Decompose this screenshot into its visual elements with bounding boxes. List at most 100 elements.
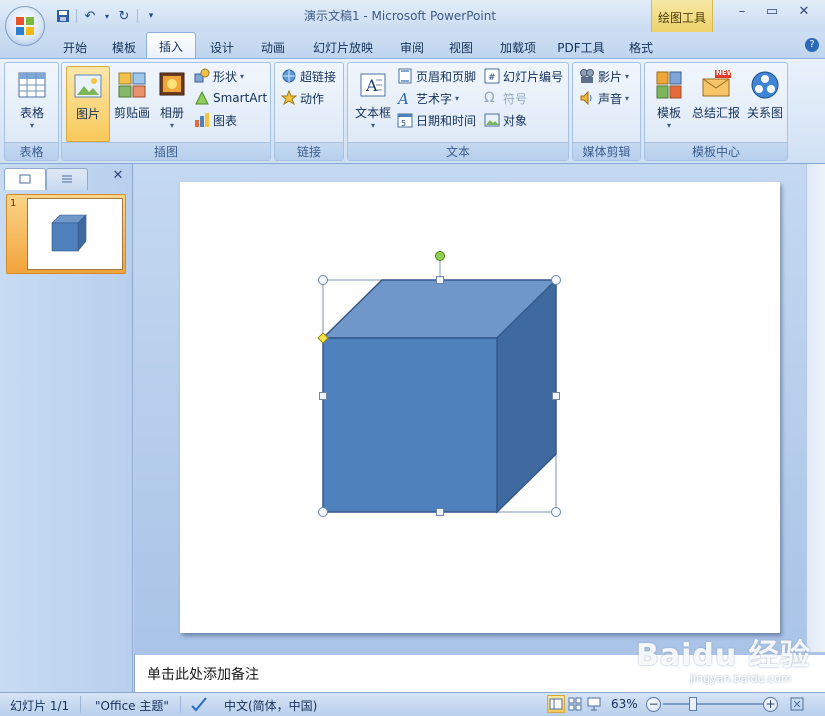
template-button[interactable]: 模板 ▾: [647, 66, 691, 142]
group-text: A 文本框 ▾ 页眉和页脚 A 艺术字 ▾ 5 日期和时间 # 幻灯片编号 Ω …: [347, 62, 569, 161]
rotation-handle[interactable]: [435, 251, 445, 261]
normal-view-button[interactable]: [547, 695, 565, 713]
resize-handle-right[interactable]: [552, 392, 560, 400]
tab-home[interactable]: 开始: [48, 36, 102, 58]
chevron-down-icon: ▾: [370, 121, 375, 130]
slide-sorter-button[interactable]: [566, 695, 584, 713]
header-footer-icon: [397, 68, 413, 84]
save-icon[interactable]: [54, 7, 72, 25]
hyperlink-button[interactable]: 超链接: [281, 66, 336, 86]
template-label: 模板: [656, 106, 681, 120]
album-button[interactable]: 相册 ▾: [150, 66, 194, 142]
datetime-button[interactable]: 5 日期和时间: [397, 110, 476, 130]
object-icon: [484, 112, 500, 128]
resize-handle-bottom-right[interactable]: [551, 507, 561, 517]
relationship-icon: [750, 70, 780, 100]
header-footer-button[interactable]: 页眉和页脚: [397, 66, 476, 86]
slides-pane: ✕ 1: [0, 164, 133, 692]
office-button[interactable]: [5, 6, 45, 46]
zoom-in-button[interactable]: +: [763, 697, 778, 712]
shapes-button[interactable]: 形状 ▾: [194, 66, 244, 86]
close-pane-icon[interactable]: ✕: [110, 168, 126, 190]
slide-number-button[interactable]: # 幻灯片编号: [484, 66, 563, 86]
tab-review[interactable]: 审阅: [388, 36, 436, 58]
object-button[interactable]: 对象: [484, 110, 527, 130]
smartart-button[interactable]: SmartArt: [194, 88, 267, 108]
undo-icon[interactable]: ↶: [81, 7, 99, 25]
group-media: 影片 ▾ 声音 ▾ 媒体剪辑: [572, 62, 641, 161]
tab-templates[interactable]: 模板: [102, 36, 146, 58]
slide-sorter-icon: [568, 697, 582, 711]
picture-icon: [73, 71, 103, 101]
tab-design[interactable]: 设计: [196, 36, 248, 58]
picture-button[interactable]: 图片: [66, 66, 110, 142]
report-label: 总结汇报: [691, 106, 740, 120]
zoom-slider[interactable]: [663, 703, 763, 705]
resize-handle-top-left[interactable]: [318, 275, 328, 285]
svg-text:A: A: [397, 90, 409, 106]
slides-tab[interactable]: [4, 168, 46, 190]
report-button[interactable]: NEW 总结汇报: [691, 66, 741, 142]
tab-animations[interactable]: 动画: [248, 36, 298, 58]
tab-slideshow[interactable]: 幻灯片放映: [298, 36, 388, 58]
header-footer-label: 页眉和页脚: [416, 69, 477, 84]
quick-access-toolbar: ↶ ▾ ↻ ▾: [54, 7, 160, 25]
minimize-button[interactable]: –: [728, 4, 756, 24]
table-button[interactable]: 表格 ▾: [10, 66, 54, 142]
vertical-scrollbar[interactable]: [806, 164, 825, 652]
zoom-out-button[interactable]: −: [646, 697, 661, 712]
tab-addins[interactable]: 加载项: [486, 36, 550, 58]
outline-tab[interactable]: [46, 168, 88, 190]
resize-handle-top-right[interactable]: [551, 275, 561, 285]
svg-text:5: 5: [401, 119, 406, 128]
qat-divider: [76, 9, 77, 23]
album-label: 相册: [159, 106, 184, 120]
group-illustrations: 图片 剪贴画 相册 ▾ 形状 ▾ SmartArt 图表 插图: [61, 62, 271, 161]
resize-handle-top[interactable]: [436, 276, 444, 284]
slide-thumbnail[interactable]: 1: [6, 194, 126, 274]
envelope-icon: NEW: [701, 69, 734, 100]
undo-dropdown-icon[interactable]: ▾: [103, 7, 111, 25]
qat-divider: [137, 9, 138, 23]
datetime-label: 日期和时间: [416, 113, 477, 128]
slide-canvas[interactable]: [180, 182, 780, 633]
cube-front-face[interactable]: [322, 337, 498, 513]
resize-handle-bottom[interactable]: [436, 508, 444, 516]
customize-icon[interactable]: ▾: [142, 7, 160, 25]
chevron-down-icon: ▾: [625, 71, 630, 81]
clipart-button[interactable]: 剪贴画: [110, 66, 154, 142]
wordart-button[interactable]: A 艺术字 ▾: [396, 88, 459, 108]
resize-handle-left[interactable]: [319, 392, 327, 400]
zoom-level[interactable]: 63%: [611, 697, 638, 711]
movie-button[interactable]: 影片 ▾: [579, 66, 629, 86]
chart-icon: [194, 112, 210, 128]
chart-button[interactable]: 图表: [194, 110, 237, 130]
ribbon: 表格 ▾ 表格 图片 剪贴画 相册 ▾ 形状 ▾ SmartArt 图表 插图 …: [0, 58, 825, 164]
slideshow-icon: [587, 697, 601, 711]
redo-icon[interactable]: ↻: [115, 7, 133, 25]
textbox-button[interactable]: A 文本框 ▾: [351, 66, 395, 142]
help-icon[interactable]: ?: [805, 38, 819, 52]
chevron-down-icon: ▾: [169, 121, 174, 130]
theme-name: "Office 主题": [95, 699, 169, 713]
omega-icon: Ω: [484, 90, 495, 106]
tab-insert[interactable]: 插入: [146, 32, 196, 58]
shapes-icon: [194, 68, 210, 84]
baidu-watermark-url: jingyan.baidu.com: [690, 672, 792, 685]
spellcheck-icon[interactable]: [190, 696, 208, 715]
tab-view[interactable]: 视图: [436, 36, 486, 58]
tab-format[interactable]: 格式: [612, 36, 670, 58]
resize-handle-bottom-left[interactable]: [318, 507, 328, 517]
action-button[interactable]: 动作: [280, 88, 324, 108]
fit-to-window-button[interactable]: [788, 695, 806, 713]
tab-pdf-tools[interactable]: PDF工具: [550, 36, 612, 58]
template-icon: [654, 70, 684, 100]
zoom-slider-thumb[interactable]: [689, 697, 697, 711]
maximize-button[interactable]: ▭: [758, 4, 786, 24]
album-icon: [157, 70, 187, 100]
sound-button[interactable]: 声音 ▾: [579, 88, 629, 108]
slideshow-button[interactable]: [585, 695, 603, 713]
relationship-button[interactable]: 关系图: [743, 66, 787, 142]
symbol-button[interactable]: Ω 符号: [484, 88, 527, 108]
close-button[interactable]: ✕: [790, 4, 818, 24]
